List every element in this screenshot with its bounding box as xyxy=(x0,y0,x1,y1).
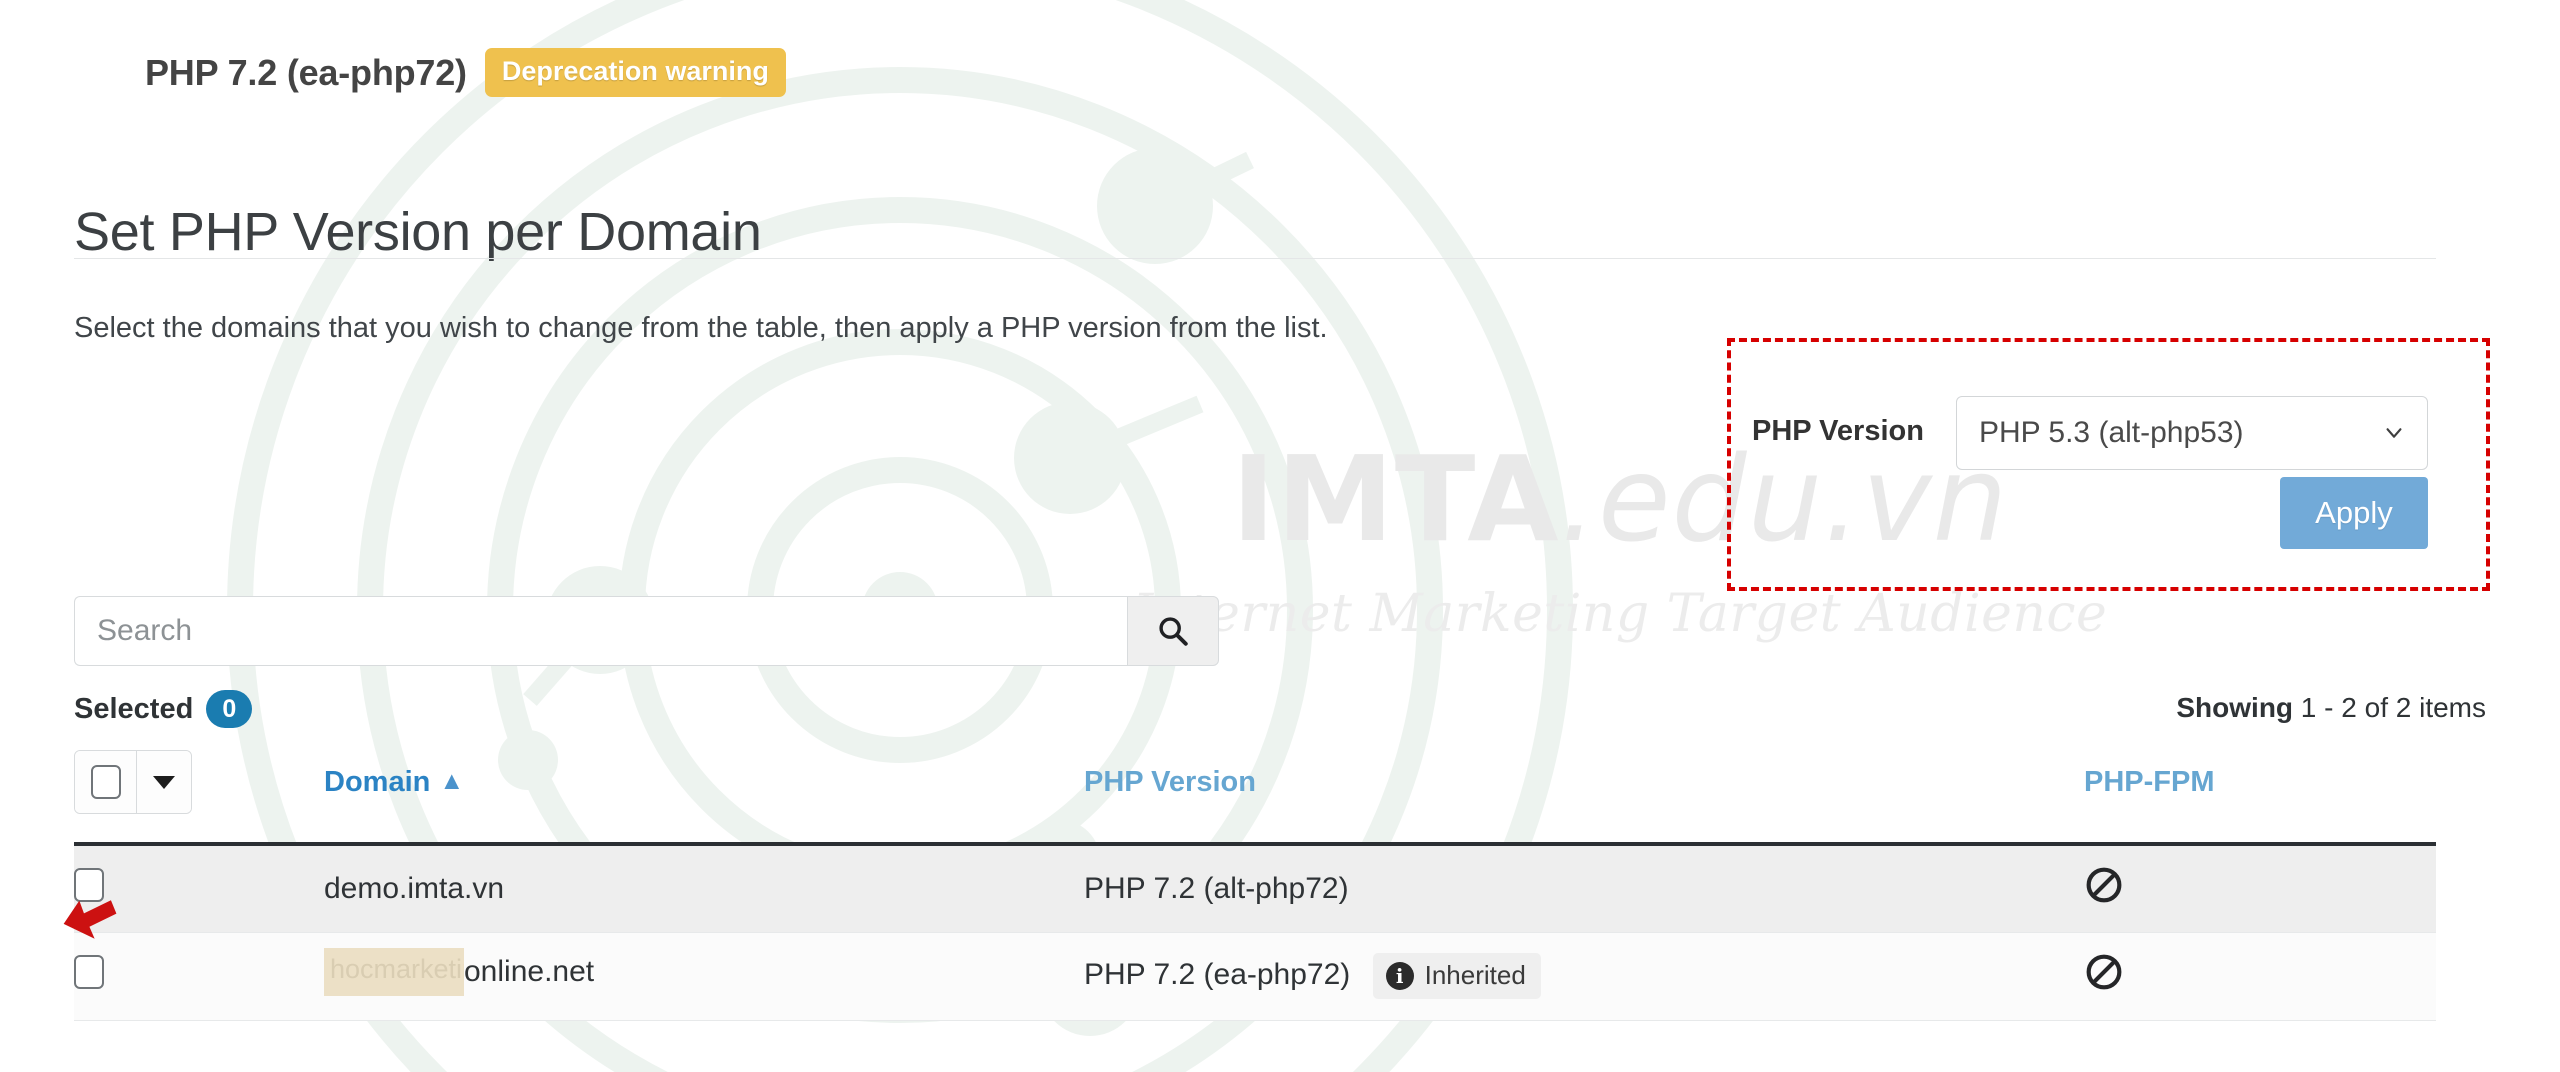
column-header-php-fpm[interactable]: PHP-FPM xyxy=(2084,750,2436,846)
row-php-version-cell: PHP 7.2 (alt-php72) xyxy=(1084,844,2084,933)
select-all-checkbox[interactable] xyxy=(75,751,137,813)
select-all-dropdown-button[interactable] xyxy=(137,751,191,813)
deprecation-warning-badge: Deprecation warning xyxy=(484,48,786,97)
row-checkbox[interactable] xyxy=(74,955,104,989)
php-version-label: PHP Version xyxy=(1752,415,1924,447)
showing-label: Showing xyxy=(2176,692,2294,723)
row-domain-text: online.net xyxy=(464,955,595,988)
php-version-heading: PHP 7.2 (ea-php72) Deprecation warning xyxy=(145,48,786,97)
checkbox-icon xyxy=(90,765,121,799)
row-checkbox-cell[interactable] xyxy=(74,932,324,1021)
row-domain-redacted: hocmarketing online.net xyxy=(324,948,594,996)
select-all-group[interactable] xyxy=(74,750,192,814)
prohibited-icon xyxy=(2086,867,2122,903)
column-header-php-version[interactable]: PHP Version xyxy=(1084,750,2084,846)
table-row[interactable]: hocmarketing online.net PHP 7.2 (ea-php7… xyxy=(74,932,2436,1021)
caret-down-icon xyxy=(153,775,175,789)
apply-button[interactable]: Apply xyxy=(2279,477,2428,549)
inherited-badge: i Inherited xyxy=(1372,953,1541,999)
selected-counter: Selected 0 xyxy=(74,690,253,728)
chevron-down-icon xyxy=(2386,428,2402,438)
php-version-control: PHP Version PHP 5.3 (alt-php53) Apply xyxy=(1752,396,2428,549)
selected-count-badge: 0 xyxy=(206,690,253,728)
row-php-fpm-cell xyxy=(2084,932,2436,1021)
row-php-fpm-cell xyxy=(2084,844,2436,933)
inherited-badge-label: Inherited xyxy=(1424,960,1526,990)
redaction-overlay: hocmarketing xyxy=(324,948,464,996)
selected-label: Selected xyxy=(74,692,194,725)
row-checkbox[interactable] xyxy=(74,867,104,902)
title-divider xyxy=(74,258,2436,259)
row-domain-cell: hocmarketing online.net xyxy=(324,932,1084,1021)
row-domain-text: demo.imta.vn xyxy=(324,871,505,905)
column-header-domain-label: Domain xyxy=(324,765,431,798)
php-version-select[interactable]: PHP 5.3 (alt-php53) xyxy=(1955,396,2428,470)
showing-info: Showing 1 - 2 of 2 items xyxy=(2176,692,2486,724)
domains-table: Domain ▲ PHP Version PHP-FPM demo.imta.vn… xyxy=(74,750,2436,1021)
watermark-brand-bold: IMTA xyxy=(1231,430,1560,568)
table-row[interactable]: demo.imta.vn PHP 7.2 (alt-php72) xyxy=(74,844,2436,933)
sort-ascending-icon: ▲ xyxy=(439,766,465,795)
row-php-version-text: PHP 7.2 (ea-php72) xyxy=(1084,957,1351,991)
row-checkbox-cell[interactable] xyxy=(74,844,324,933)
column-header-checkbox xyxy=(74,750,324,846)
table-body: demo.imta.vn PHP 7.2 (alt-php72) hocmark… xyxy=(74,844,2436,1021)
row-php-version-text: PHP 7.2 (alt-php72) xyxy=(1084,871,1349,905)
search-bar xyxy=(74,596,1219,666)
php-version-heading-text: PHP 7.2 (ea-php72) xyxy=(145,51,467,93)
search-input[interactable] xyxy=(74,596,1127,666)
search-icon xyxy=(1159,617,1188,646)
table-header-row: Domain ▲ PHP Version PHP-FPM xyxy=(74,750,2436,846)
page-description: Select the domains that you wish to chan… xyxy=(74,312,1328,344)
column-header-domain[interactable]: Domain ▲ xyxy=(324,750,1084,846)
table-header: Domain ▲ PHP Version PHP-FPM xyxy=(74,750,2436,846)
column-header-php-fpm-label: PHP-FPM xyxy=(2084,765,2215,798)
php-version-select-value: PHP 5.3 (alt-php53) xyxy=(1978,416,2244,449)
php-version-control-right: PHP 5.3 (alt-php53) Apply xyxy=(1955,396,2428,549)
redacted-domain-prefix: hocmarketing xyxy=(330,954,464,984)
prohibited-icon xyxy=(2086,954,2122,990)
column-header-php-version-label: PHP Version xyxy=(1084,765,1256,798)
watermark-tagline: Internet Marketing Target Audience xyxy=(1132,584,2108,644)
search-button[interactable] xyxy=(1127,596,1219,666)
row-php-version-cell: PHP 7.2 (ea-php72) i Inherited xyxy=(1084,932,2084,1021)
info-icon: i xyxy=(1385,961,1414,990)
php-version-page: IMTA.edu.vn Internet Marketing Target Au… xyxy=(0,0,2560,1072)
row-domain-cell: demo.imta.vn xyxy=(324,844,1084,933)
showing-range: 1 - 2 of 2 items xyxy=(2293,692,2486,723)
page-title: Set PHP Version per Domain xyxy=(74,202,762,263)
